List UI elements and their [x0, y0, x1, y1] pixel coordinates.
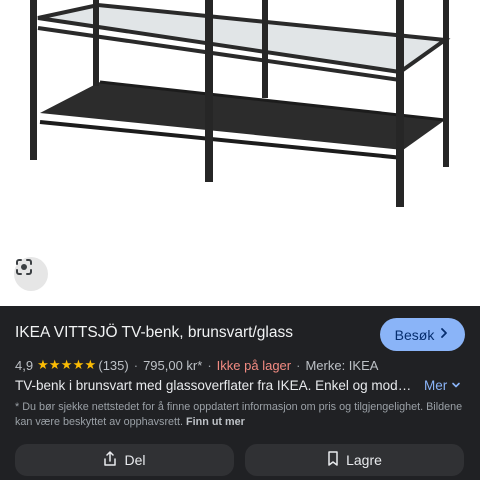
save-label: Lagre	[346, 452, 382, 468]
bookmark-icon	[327, 451, 339, 469]
brand: Merke: IKEA	[305, 357, 379, 373]
more-button[interactable]: Mer	[424, 378, 461, 393]
visit-button-label: Besøk	[394, 326, 435, 343]
review-count: (135)	[98, 357, 129, 373]
share-label: Del	[124, 452, 146, 468]
google-lens-button[interactable]	[14, 257, 48, 291]
product-info-panel: IKEA VITTSJÖ TV-benk, brunsvart/glass Be…	[0, 306, 480, 480]
share-icon	[103, 450, 117, 470]
price-disclaimer: * Du bør sjekke nettstedet for å finne o…	[15, 400, 470, 430]
save-button[interactable]: Lagre	[245, 444, 464, 476]
product-meta-row: 4,9 ★★★★★ (135) · 795,00 kr* · Ikke på l…	[15, 357, 379, 373]
more-label: Mer	[424, 378, 448, 393]
share-button[interactable]: Del	[15, 444, 234, 476]
chevron-right-icon	[438, 326, 450, 344]
rating-value: 4,9	[15, 357, 34, 373]
star-rating: ★★★★★	[37, 357, 97, 372]
product-description: TV-benk i brunsvart med glassoverflater …	[15, 378, 417, 393]
stock-status: Ikke på lager	[216, 357, 292, 373]
chevron-down-icon	[451, 378, 461, 393]
visit-button[interactable]: Besøk	[380, 318, 465, 351]
tv-bench-illustration	[30, 0, 451, 207]
product-title[interactable]: IKEA VITTSJÖ TV-benk, brunsvart/glass	[15, 324, 365, 342]
learn-more-link[interactable]: Finn ut mer	[186, 416, 245, 428]
product-image[interactable]	[0, 0, 480, 306]
price: 795,00 kr*	[143, 357, 203, 373]
